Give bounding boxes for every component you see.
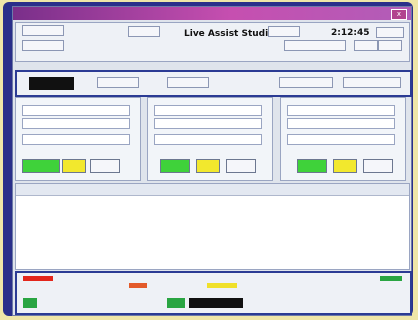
deck-3-title-field[interactable] <box>287 105 395 116</box>
header-config-button[interactable] <box>268 26 300 37</box>
counter-display <box>29 77 74 90</box>
deck-2 <box>147 97 273 181</box>
deck-3-stop-button[interactable] <box>363 159 393 173</box>
header-panel: Live Assist Studio 2:12:45 <box>15 22 410 62</box>
deck-1-stop-button[interactable] <box>90 159 120 173</box>
ok-indicator <box>380 276 402 281</box>
strip-button-2[interactable] <box>167 77 209 88</box>
header-btn-a[interactable] <box>354 40 378 51</box>
header-btn-b[interactable] <box>378 40 402 51</box>
deck-3-pause-button[interactable] <box>333 159 357 173</box>
control-strip <box>15 70 412 97</box>
level-meter-left <box>129 283 147 288</box>
deck-1 <box>15 97 141 181</box>
transport-back-button[interactable] <box>39 298 53 308</box>
transport-panel <box>15 271 412 315</box>
deck-2-artist-field[interactable] <box>154 118 262 129</box>
header-left-button-2[interactable] <box>22 40 64 51</box>
header-exit-button[interactable] <box>376 27 404 38</box>
deck-3 <box>280 97 406 181</box>
deck-1-artist-field[interactable] <box>22 118 130 129</box>
close-button[interactable]: x <box>391 9 407 20</box>
playlist-row[interactable] <box>16 196 409 205</box>
deck-2-stop-button[interactable] <box>226 159 256 173</box>
transport-fwd-button[interactable] <box>79 298 93 308</box>
deck-3-artist-field[interactable] <box>287 118 395 129</box>
strip-button-1[interactable] <box>97 77 139 88</box>
playlist-header <box>16 184 409 196</box>
clock: 2:12:45 <box>331 28 370 38</box>
deck-3-time-field[interactable] <box>287 134 395 145</box>
app-name: Live Assist Studio <box>184 29 275 39</box>
transport-skip-button[interactable] <box>307 298 325 308</box>
strip-button-4[interactable] <box>343 77 401 88</box>
deck-1-time-field[interactable] <box>22 134 130 145</box>
deck-2-title-field[interactable] <box>154 105 262 116</box>
level-meter-right <box>207 283 237 288</box>
alert-indicator <box>23 276 53 281</box>
deck-1-pause-button[interactable] <box>62 159 86 173</box>
deck-1-start-button[interactable] <box>22 159 60 173</box>
playlist-row[interactable] <box>16 206 409 215</box>
deck-1-title-field[interactable] <box>22 105 130 116</box>
playlist-row[interactable] <box>16 216 409 225</box>
deck-2-pause-button[interactable] <box>196 159 220 173</box>
monitor-bezel: x Live Assist Studio 2:12:45 <box>3 2 413 316</box>
deck-2-start-button[interactable] <box>160 159 190 173</box>
transport-display <box>189 298 243 308</box>
header-search-field[interactable] <box>284 40 346 51</box>
strip-button-3[interactable] <box>279 77 333 88</box>
app-window: x Live Assist Studio 2:12:45 <box>12 6 412 316</box>
header-left-control[interactable] <box>22 25 64 36</box>
header-mode-button[interactable] <box>128 26 160 37</box>
playlist-log <box>15 183 410 270</box>
transport-start-button[interactable] <box>167 298 185 308</box>
deck-3-start-button[interactable] <box>297 159 327 173</box>
deck-area <box>15 97 408 181</box>
transport-play-button[interactable] <box>23 298 37 308</box>
deck-2-time-field[interactable] <box>154 134 262 145</box>
transport-stop-button[interactable] <box>279 298 297 308</box>
title-bar: x <box>13 7 411 20</box>
